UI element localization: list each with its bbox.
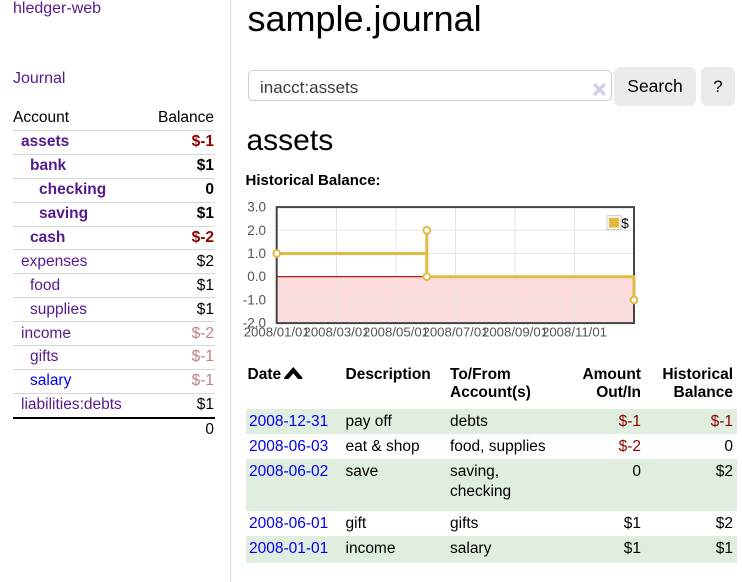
svg-text:2008/03/01: 2008/03/01 bbox=[303, 325, 369, 340]
svg-text:2008/01/01: 2008/01/01 bbox=[244, 325, 310, 340]
svg-text:2.0: 2.0 bbox=[247, 223, 266, 238]
svg-text:1.0: 1.0 bbox=[247, 246, 266, 261]
svg-text:$: $ bbox=[621, 216, 629, 231]
svg-text:3.0: 3.0 bbox=[247, 200, 266, 215]
svg-text:2008/05/01: 2008/05/01 bbox=[363, 325, 429, 340]
svg-text:-1.0: -1.0 bbox=[243, 292, 266, 307]
svg-text:2008/11/01: 2008/11/01 bbox=[542, 325, 607, 340]
svg-text:2008/07/01: 2008/07/01 bbox=[422, 325, 488, 340]
svg-text:2008/09/01: 2008/09/01 bbox=[482, 325, 548, 340]
svg-text:0.0: 0.0 bbox=[247, 269, 266, 284]
